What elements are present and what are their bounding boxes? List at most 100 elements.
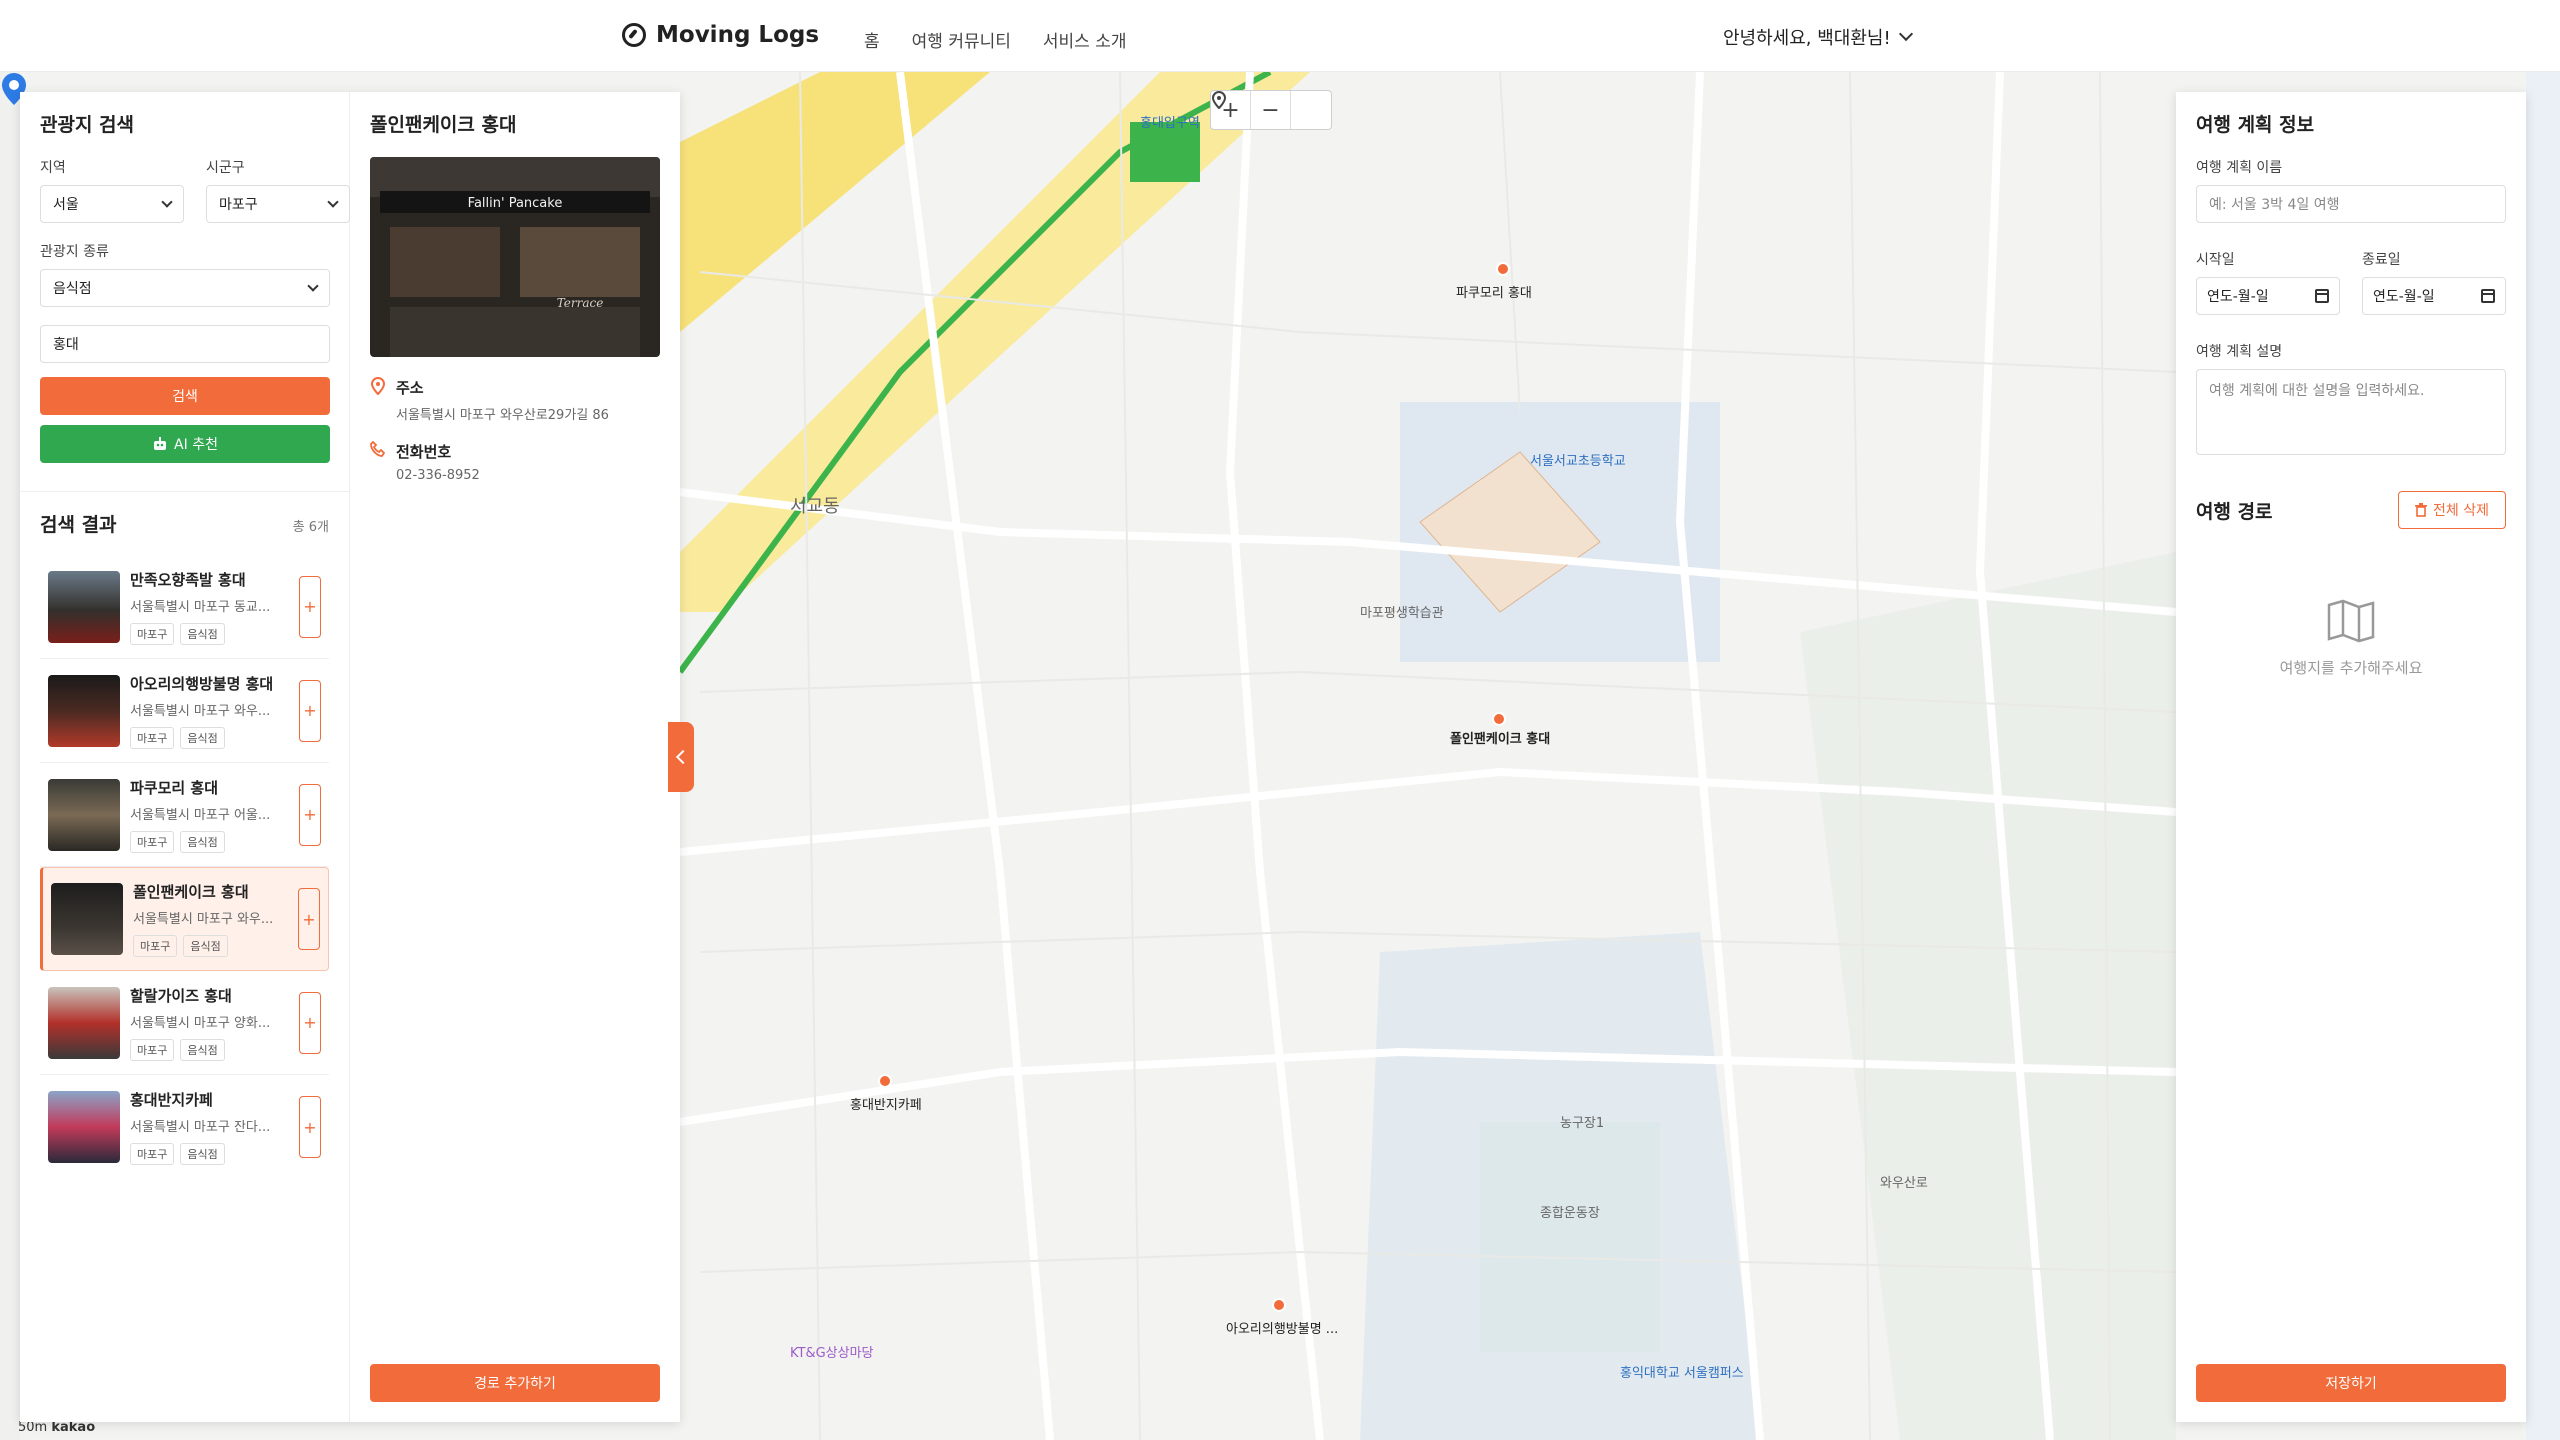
result-district-tag: 마포구 (130, 830, 175, 853)
result-name: 할랄가이즈 홍대 (130, 986, 232, 1005)
search-title: 관광지 검색 (40, 114, 135, 136)
region-select[interactable]: 서울 (40, 185, 184, 223)
type-value: 음식점 (53, 281, 92, 297)
region-label: 지역 (40, 160, 66, 176)
result-thumbnail (51, 883, 123, 955)
search-panel: 관광지 검색 지역 서울 시군구 마포구 관광지 종류 음식점 홍대 검색 AI… (20, 92, 680, 1422)
map-place-label: 서울서교초등학교 (1530, 454, 1626, 469)
result-address: 서울특별시 마포구 양화... (130, 1015, 271, 1031)
detail-column: 폴인팬케이크 홍대 Fallin' Pancake Terrace 주소 서울특… (350, 92, 680, 1422)
nav-home[interactable]: 홈 (864, 27, 880, 52)
result-district-tag: 마포구 (130, 1143, 175, 1165)
route-empty-state: 여행지를 추가해주세요 (2196, 599, 2506, 678)
map-place-label: 마포평생학습관 (1360, 606, 1444, 621)
end-date-label: 종료일 (2362, 252, 2401, 268)
result-item[interactable]: 홍대반지카페 서울특별시 마포구 잔다... 마포구 음식점 + (40, 1075, 329, 1179)
result-thumbnail (48, 778, 120, 851)
brand[interactable]: Moving Logs (622, 22, 819, 48)
place-photo: Fallin' Pancake Terrace (370, 157, 660, 357)
result-item[interactable]: 할랄가이즈 홍대 서울특별시 마포구 양화... 마포구 음식점 + (40, 971, 329, 1075)
map-place-label: 종합운동장 (1540, 1206, 1600, 1221)
result-item[interactable]: 만족오향족발 홍대 서울특별시 마포구 동교... 마포구 음식점 + (40, 555, 329, 659)
result-district-tag: 마포구 (130, 1038, 175, 1061)
result-name: 만족오향족발 홍대 (130, 570, 246, 589)
result-name: 아오리의행방불명 홍대 (130, 674, 274, 693)
start-date-input[interactable]: 연도-월-일 (2196, 277, 2340, 315)
terrace-sign: Terrace (557, 296, 604, 310)
start-date-placeholder: 연도-월-일 (2207, 289, 2269, 305)
delete-all-button[interactable]: 전체 삭제 (2398, 491, 2506, 529)
add-route-button[interactable]: 경로 추가하기 (370, 1364, 660, 1402)
results-title: 검색 결과 (40, 514, 117, 536)
chevron-down-icon (1898, 26, 1913, 42)
region-value: 서울 (53, 197, 79, 213)
search-button[interactable]: 검색 (40, 377, 330, 415)
district-value: 마포구 (219, 197, 258, 213)
chevron-down-icon (161, 196, 173, 208)
results-count: 총 6개 (292, 520, 329, 535)
add-to-route-button[interactable]: + (299, 991, 321, 1054)
phone-value: 02-336-8952 (396, 468, 480, 483)
ai-recommend-button[interactable]: AI 추천 (40, 425, 330, 463)
result-item[interactable]: 아오리의행방불명 홍대 서울특별시 마포구 와우... 마포구 음식점 + (40, 659, 329, 763)
collapse-panel-button[interactable] (668, 722, 694, 792)
map-marker[interactable] (1272, 1298, 1286, 1312)
map-marker[interactable] (1492, 712, 1506, 726)
result-item-selected[interactable]: 폴인팬케이크 홍대 서울특별시 마포구 와우... 마포구 음식점 + (40, 867, 329, 971)
detail-title: 폴인팬케이크 홍대 (370, 114, 517, 136)
start-date-label: 시작일 (2196, 252, 2235, 268)
district-select[interactable]: 마포구 (206, 185, 350, 223)
add-to-route-button[interactable]: + (299, 679, 321, 742)
add-to-route-button[interactable]: + (298, 888, 320, 950)
result-item[interactable]: 파쿠모리 홍대 서울특별시 마포구 어울... 마포구 음식점 + (40, 763, 329, 867)
plan-name-input[interactable]: 예: 서울 3박 4일 여행 (2196, 185, 2506, 223)
plan-desc-label: 여행 계획 설명 (2196, 344, 2283, 360)
result-name: 폴인팬케이크 홍대 (133, 883, 249, 901)
map-icon (2327, 599, 2375, 643)
end-date-placeholder: 연도-월-일 (2373, 289, 2435, 305)
divider (20, 491, 349, 492)
result-category-tag: 음식점 (180, 622, 225, 645)
map-zoom-controls: + − (1210, 90, 1332, 130)
map-marker[interactable] (878, 1074, 892, 1088)
nav-community[interactable]: 여행 커뮤니티 (912, 27, 1011, 52)
result-district-tag: 마포구 (130, 622, 175, 645)
zoom-out-button[interactable]: − (1251, 91, 1291, 129)
result-thumbnail (48, 674, 120, 747)
map-attribution: 50m kakao (18, 1420, 95, 1435)
route-title: 여행 경로 (2196, 500, 2273, 523)
top-header: Moving Logs 홈 여행 커뮤니티 서비스 소개 안녕하세요, 백대환님… (0, 0, 2560, 72)
map-marker[interactable] (1496, 262, 1510, 276)
type-label: 관광지 종류 (40, 244, 109, 260)
end-date-input[interactable]: 연도-월-일 (2362, 277, 2506, 315)
type-select[interactable]: 음식점 (40, 269, 330, 307)
nav-about[interactable]: 서비스 소개 (1043, 27, 1127, 52)
keyword-input[interactable] (40, 325, 330, 363)
result-thumbnail (48, 1091, 120, 1163)
plan-desc-textarea[interactable]: 여행 계획에 대한 설명을 입력하세요. (2196, 369, 2506, 455)
save-plan-button[interactable]: 저장하기 (2196, 1364, 2506, 1402)
map-marker-label: 홍대반지카페 (850, 1098, 922, 1113)
result-address: 서울특별시 마포구 동교... (130, 599, 271, 615)
brand-name: Moving Logs (656, 22, 820, 48)
result-category-tag: 음식점 (180, 1038, 225, 1061)
location-pin-icon (1211, 91, 1227, 109)
map-left-edge (0, 72, 20, 1440)
result-district-tag: 마포구 (133, 935, 178, 957)
calendar-icon[interactable] (2315, 289, 2329, 303)
location-pin-button[interactable] (1211, 91, 1331, 129)
chevron-left-icon (675, 749, 691, 765)
map-marker-label: 파쿠모리 홍대 (1456, 286, 1532, 301)
add-to-route-button[interactable]: + (299, 783, 321, 846)
add-to-route-button[interactable]: + (299, 1096, 321, 1158)
map-selected-label: 폴인팬케이크 홍대 (1450, 732, 1551, 747)
result-address: 서울특별시 마포구 와우... (133, 912, 274, 927)
add-to-route-button[interactable]: + (299, 575, 321, 638)
results-list: 만족오향족발 홍대 서울특별시 마포구 동교... 마포구 음식점 + 아오리의행… (40, 555, 329, 1179)
calendar-icon[interactable] (2481, 289, 2495, 303)
chevron-down-icon (327, 196, 339, 208)
delete-all-label: 전체 삭제 (2433, 503, 2489, 519)
user-menu[interactable]: 안녕하세요, 백대환님! (1723, 24, 1913, 50)
result-category-tag: 음식점 (183, 935, 228, 957)
sign-text: Fallin' Pancake (468, 196, 563, 211)
